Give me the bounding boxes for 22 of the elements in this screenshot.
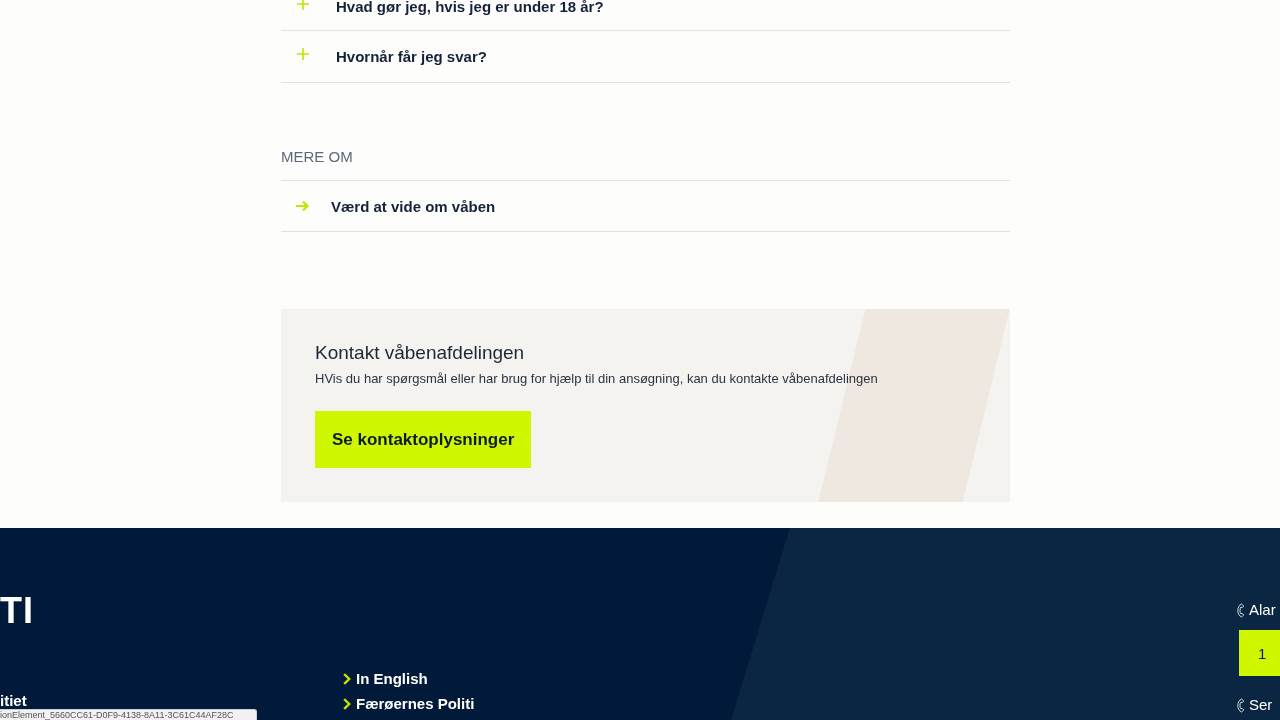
accordion-item[interactable]: Hvad gør jeg, hvis jeg er under 18 år? — [281, 0, 1010, 31]
accordion-item[interactable]: Hvornår får jeg svar? — [281, 31, 1010, 83]
phone-number-button[interactable]: 1 — [1239, 630, 1280, 676]
contact-title: Kontakt våbenafdelingen — [315, 342, 525, 364]
logo: TI — [0, 593, 34, 629]
plus-icon — [297, 0, 309, 10]
section-heading: MERE OM — [281, 148, 1010, 181]
link-item[interactable]: Værd at vide om våben — [281, 181, 1010, 232]
phone-icon — [1236, 602, 1245, 618]
chevron-icon — [343, 698, 351, 710]
arrow-icon — [296, 200, 309, 212]
status-tooltip: ionElement_5660CC61-D0F9-4138-8A11-3C61C44AF28C — [0, 709, 257, 720]
phone-icon — [1236, 697, 1245, 713]
chevron-icon — [343, 673, 351, 685]
footer-link[interactable]: Færøernes Politi — [343, 695, 475, 713]
footer-link[interactable]: In English — [343, 670, 428, 688]
footer-link[interactable]: itiet — [0, 693, 27, 709]
contact-label: Ser — [1249, 696, 1273, 714]
contact-label: Alar — [1249, 601, 1276, 619]
plus-icon — [297, 47, 309, 60]
contact-button[interactable]: Se kontaktoplysninger — [315, 411, 532, 468]
contact-text: HVis du har spørgsmål eller har brug for hjælp til din ansøgning, kan du kontakte våbenafdelingen — [315, 371, 878, 387]
